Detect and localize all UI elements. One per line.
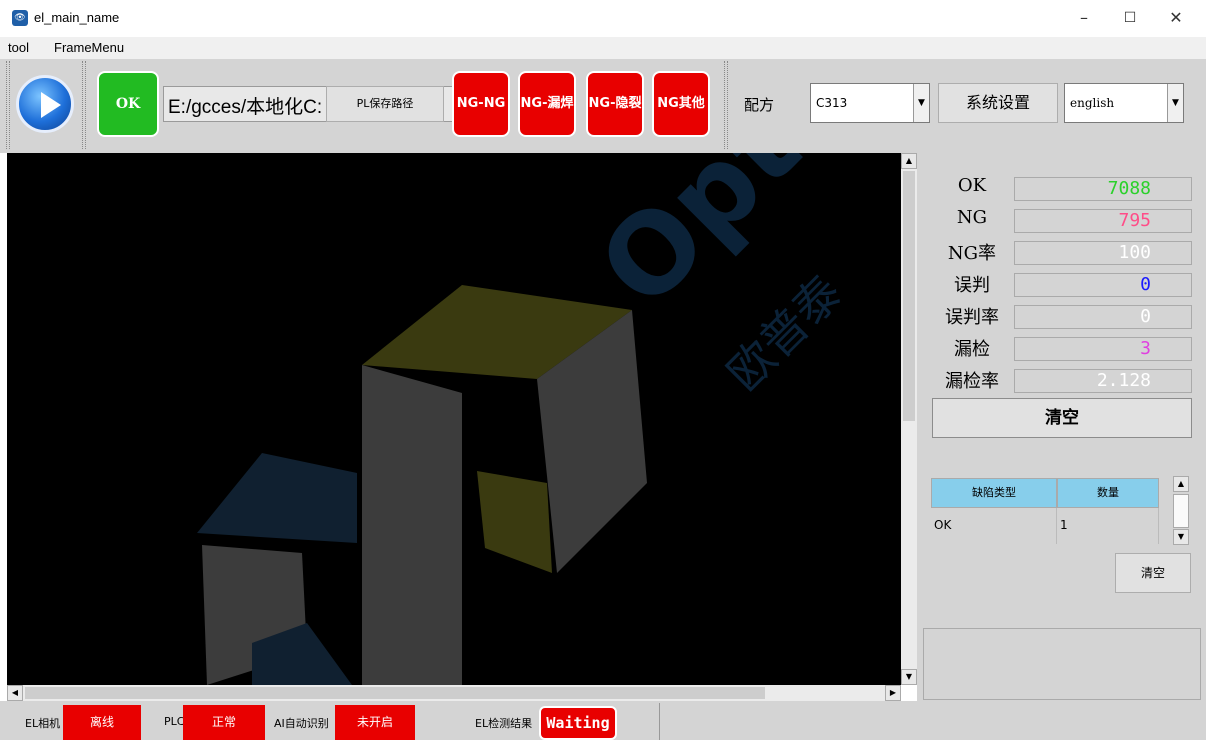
log-box <box>923 628 1201 700</box>
toolbar-grip[interactable] <box>724 61 728 149</box>
image-viewport[interactable]: Opt 欧普泰 <box>7 153 901 685</box>
result-status-badge: Waiting <box>539 706 617 740</box>
horizontal-scrollbar[interactable]: ◀ ▶ <box>7 685 901 701</box>
chevron-down-icon[interactable]: ▼ <box>1167 84 1183 122</box>
table-header-defect-type: 缺陷类型 <box>931 478 1057 508</box>
table-header-count: 数量 <box>1057 478 1159 508</box>
clear-stats-button[interactable]: 清空 <box>932 398 1192 438</box>
stat-label: 误判率 <box>945 307 999 328</box>
menu-bar: tool FrameMenu <box>0 37 1206 59</box>
ng-weld-button[interactable]: NG-漏焊 <box>518 71 576 137</box>
title-bar: 👁 el_main_name – ☐ ✕ <box>0 0 1206 37</box>
camera-status-badge: 离线 <box>63 705 141 740</box>
ng-ng-button[interactable]: NG-NG <box>452 71 510 137</box>
stats-panel: OK 7088 NG 795 NG率 100 误判 0 误判率 0 漏检 3 漏检率 2.128 清空 缺… <box>917 153 1206 701</box>
stat-value: 100 <box>1014 241 1192 265</box>
stat-value: 3 <box>1014 337 1192 361</box>
stat-label: 漏检 <box>954 339 990 360</box>
stat-value: 7088 <box>1014 177 1192 201</box>
recipe-select[interactable]: C313 ▼ <box>810 83 930 123</box>
stat-label: 漏检率 <box>945 371 999 392</box>
watermark-logo: Opt 欧普泰 <box>197 153 853 685</box>
logo-front-face <box>362 365 462 685</box>
plc-label: PLC <box>164 715 185 728</box>
play-button[interactable] <box>16 75 74 133</box>
stat-value: 795 <box>1014 209 1192 233</box>
result-label: EL检测结果 <box>475 717 533 730</box>
menu-item-framemenu[interactable]: FrameMenu <box>54 40 124 55</box>
scroll-up-icon[interactable]: ▲ <box>901 153 917 169</box>
play-icon <box>41 92 61 118</box>
camera-label: EL相机 <box>25 717 61 730</box>
ng-crack-button[interactable]: NG-隐裂 <box>586 71 644 137</box>
table-scrollbar[interactable] <box>1173 494 1189 528</box>
language-select[interactable]: english ▼ <box>1064 83 1184 123</box>
ok-button[interactable]: OK <box>97 71 159 137</box>
ai-label: AI自动识别 <box>274 717 329 730</box>
recipe-value: C313 <box>816 96 848 110</box>
stat-value: 2.128 <box>1014 369 1192 393</box>
toolbar-grip[interactable] <box>82 61 86 149</box>
minimize-button[interactable]: – <box>1061 4 1107 32</box>
scroll-thumb[interactable] <box>25 687 765 699</box>
ai-status-badge: 未开启 <box>335 705 415 740</box>
maximize-button[interactable]: ☐ <box>1107 4 1153 32</box>
table-cell-type: OK <box>931 508 1057 544</box>
status-bar: EL相机 离线 PLC 正常 AI自动识别 未开启 EL检测结果 Waiting <box>0 701 1206 740</box>
stat-value: 0 <box>1014 273 1192 297</box>
toolbar: OK E:/gcces/本地化C: PL保存路径 NG-NG NG-漏焊 NG-… <box>0 59 1206 153</box>
chevron-down-icon[interactable]: ▼ <box>913 84 929 122</box>
scroll-up-icon[interactable]: ▲ <box>1173 476 1189 492</box>
stat-label: OK <box>957 175 987 196</box>
stat-label: 误判 <box>954 275 990 296</box>
recipe-label: 配方 <box>744 96 775 114</box>
scroll-down-icon[interactable]: ▼ <box>901 669 917 685</box>
system-settings-button[interactable]: 系统设置 <box>938 83 1058 123</box>
app-eye-icon: 👁 <box>12 10 28 26</box>
window-title: el_main_name <box>34 10 120 25</box>
clear-table-button[interactable]: 清空 <box>1115 553 1191 593</box>
vertical-scrollbar[interactable]: ▲ ▼ <box>901 153 917 685</box>
language-value: english <box>1070 96 1115 110</box>
status-separator <box>659 703 660 740</box>
close-button[interactable]: ✕ <box>1153 4 1199 32</box>
logo-small-face <box>477 471 552 573</box>
logo-blue-top <box>197 453 357 543</box>
scroll-thumb[interactable] <box>903 171 915 421</box>
stat-label: NG <box>956 207 988 228</box>
menu-item-tool[interactable]: tool <box>8 40 29 55</box>
toolbar-grip[interactable] <box>6 61 10 149</box>
stat-value: 0 <box>1014 305 1192 329</box>
pl-save-path-button[interactable]: PL保存路径 <box>326 86 444 122</box>
watermark-brand-cn: 欧普泰 <box>717 265 853 401</box>
ng-other-button[interactable]: NG其他 <box>652 71 710 137</box>
plc-status-badge: 正常 <box>183 705 265 740</box>
scroll-right-icon[interactable]: ▶ <box>885 685 901 701</box>
scroll-left-icon[interactable]: ◀ <box>7 685 23 701</box>
stat-label: NG率 <box>947 243 997 264</box>
scroll-down-icon[interactable]: ▼ <box>1173 529 1189 545</box>
table-cell-count: 1 <box>1057 508 1159 544</box>
